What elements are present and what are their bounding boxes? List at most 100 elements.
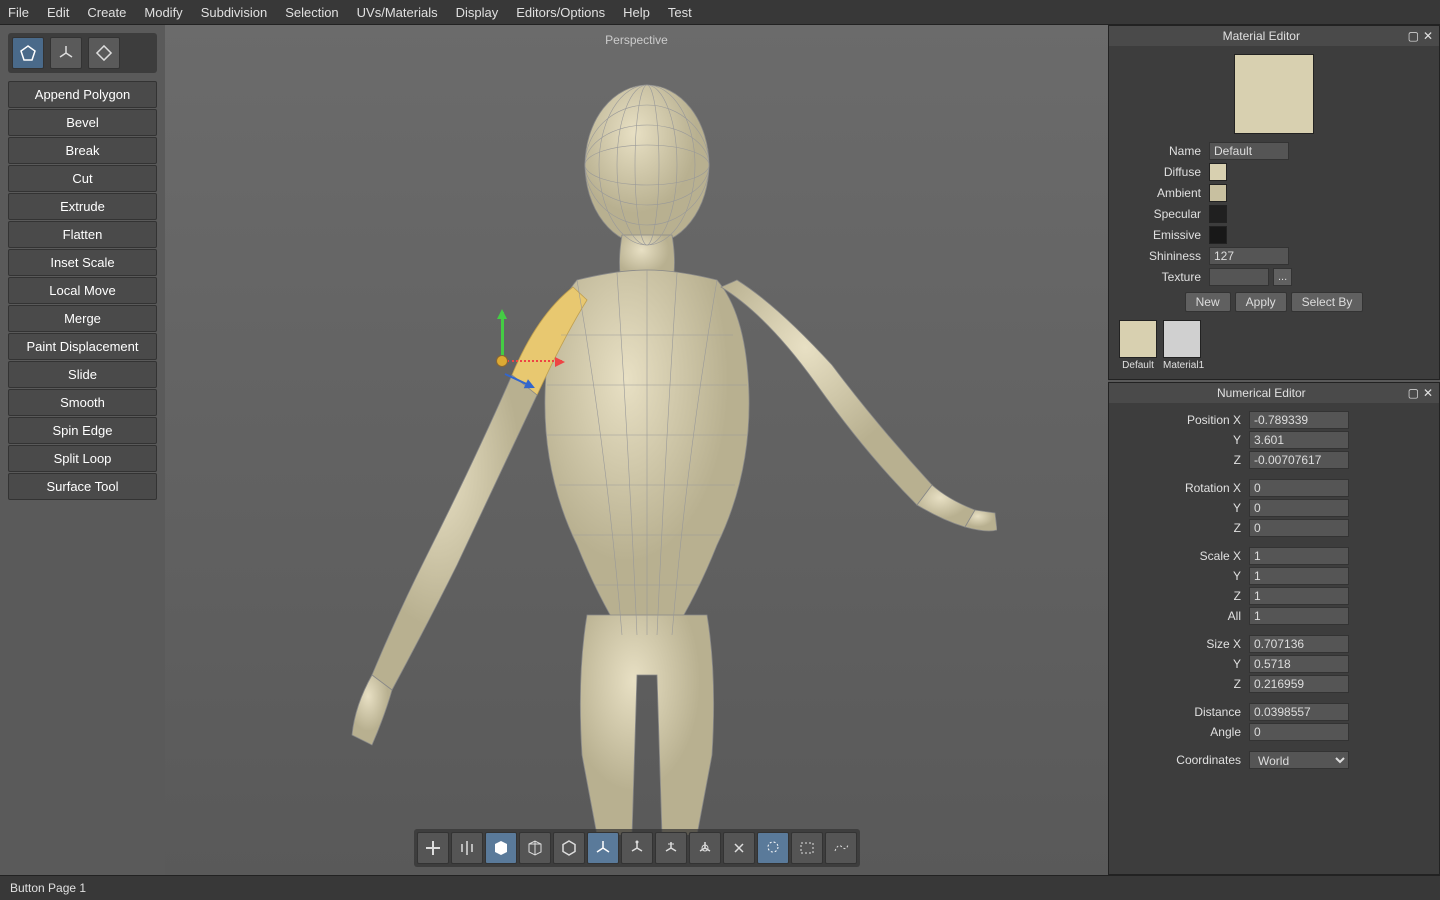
- panel-maximize-icon[interactable]: ▢: [1408, 29, 1419, 43]
- specular-label: Specular: [1119, 207, 1209, 221]
- texture-browse-button[interactable]: ...: [1273, 268, 1292, 286]
- material-selectby-button[interactable]: Select By: [1291, 292, 1364, 312]
- scale-all-label: All: [1119, 609, 1249, 623]
- tool-slide[interactable]: Slide: [8, 361, 157, 388]
- menu-create[interactable]: Create: [87, 5, 126, 20]
- tool-cut[interactable]: Cut: [8, 165, 157, 192]
- vt-axis3-icon[interactable]: [655, 832, 687, 864]
- menu-display[interactable]: Display: [456, 5, 499, 20]
- tool-paint-displacement[interactable]: Paint Displacement: [8, 333, 157, 360]
- vt-axis2-icon[interactable]: [621, 832, 653, 864]
- gizmo-x-axis[interactable]: [507, 360, 562, 362]
- tool-smooth[interactable]: Smooth: [8, 389, 157, 416]
- tool-flatten[interactable]: Flatten: [8, 221, 157, 248]
- vt-symmetry-icon[interactable]: [451, 832, 483, 864]
- material-editor-title: Material Editor: [1115, 29, 1408, 43]
- tool-inset-scale[interactable]: Inset Scale: [8, 249, 157, 276]
- menu-editors-options[interactable]: Editors/Options: [516, 5, 605, 20]
- menu-test[interactable]: Test: [668, 5, 692, 20]
- menu-selection[interactable]: Selection: [285, 5, 338, 20]
- scale-x-label: Scale X: [1119, 549, 1249, 563]
- shininess-label: Shininess: [1119, 249, 1209, 263]
- panel-maximize-icon[interactable]: ▢: [1408, 386, 1419, 400]
- tool-break[interactable]: Break: [8, 137, 157, 164]
- material-new-button[interactable]: New: [1185, 292, 1231, 312]
- numerical-editor-panel: Numerical Editor ▢ ✕ Position X Y Z Rota…: [1108, 382, 1440, 875]
- vt-move-icon[interactable]: [417, 832, 449, 864]
- distance-input[interactable]: [1249, 703, 1349, 721]
- scale-y-input[interactable]: [1249, 567, 1349, 585]
- statusbar-text: Button Page 1: [10, 881, 86, 895]
- menu-help[interactable]: Help: [623, 5, 650, 20]
- scale-all-input[interactable]: [1249, 607, 1349, 625]
- vt-wireframe-icon[interactable]: [519, 832, 551, 864]
- panel-close-icon[interactable]: ✕: [1423, 386, 1433, 400]
- scale-y-label: Y: [1119, 569, 1249, 583]
- tool-spin-edge[interactable]: Spin Edge: [8, 417, 157, 444]
- scale-z-input[interactable]: [1249, 587, 1349, 605]
- diffuse-swatch[interactable]: [1209, 163, 1227, 181]
- menu-file[interactable]: File: [8, 5, 29, 20]
- tool-merge[interactable]: Merge: [8, 305, 157, 332]
- texture-input[interactable]: [1209, 268, 1269, 286]
- right-panel: Material Editor ▢ ✕ Name Diffuse Ambient: [1108, 25, 1440, 875]
- rotation-z-input[interactable]: [1249, 519, 1349, 537]
- tool-extrude[interactable]: Extrude: [8, 193, 157, 220]
- shininess-input[interactable]: [1209, 247, 1289, 265]
- mode-icons: [8, 33, 157, 73]
- panel-close-icon[interactable]: ✕: [1423, 29, 1433, 43]
- material-thumb-default[interactable]: Default: [1119, 320, 1157, 371]
- size-z-input[interactable]: [1249, 675, 1349, 693]
- menu-uvs-materials[interactable]: UVs/Materials: [357, 5, 438, 20]
- coordinates-select[interactable]: World: [1249, 751, 1349, 769]
- ambient-swatch[interactable]: [1209, 184, 1227, 202]
- diffuse-label: Diffuse: [1119, 165, 1209, 179]
- tool-surface-tool[interactable]: Surface Tool: [8, 473, 157, 500]
- position-z-label: Z: [1119, 453, 1249, 467]
- mode-axis-icon[interactable]: [50, 37, 82, 69]
- mode-diamond-icon[interactable]: [88, 37, 120, 69]
- rotation-y-input[interactable]: [1249, 499, 1349, 517]
- size-y-label: Y: [1119, 657, 1249, 671]
- emissive-swatch[interactable]: [1209, 226, 1227, 244]
- angle-label: Angle: [1119, 725, 1249, 739]
- specular-swatch[interactable]: [1209, 205, 1227, 223]
- position-z-input[interactable]: [1249, 451, 1349, 469]
- size-x-input[interactable]: [1249, 635, 1349, 653]
- vt-axis1-icon[interactable]: [587, 832, 619, 864]
- rotation-z-label: Z: [1119, 521, 1249, 535]
- material-apply-button[interactable]: Apply: [1235, 292, 1287, 312]
- menubar: File Edit Create Modify Subdivision Sele…: [0, 0, 1440, 25]
- vt-link-icon[interactable]: [723, 832, 755, 864]
- vt-freeform-icon[interactable]: [825, 832, 857, 864]
- tool-bevel[interactable]: Bevel: [8, 109, 157, 136]
- tool-append-polygon[interactable]: Append Polygon: [8, 81, 157, 108]
- mode-polygon-icon[interactable]: [12, 37, 44, 69]
- material-editor-panel: Material Editor ▢ ✕ Name Diffuse Ambient: [1108, 25, 1440, 380]
- menu-subdivision[interactable]: Subdivision: [201, 5, 268, 20]
- vt-rect-icon[interactable]: [791, 832, 823, 864]
- material-thumb-material1[interactable]: Material1: [1163, 320, 1204, 371]
- vt-shaded-icon[interactable]: [485, 832, 517, 864]
- angle-input[interactable]: [1249, 723, 1349, 741]
- tool-local-move[interactable]: Local Move: [8, 277, 157, 304]
- size-y-input[interactable]: [1249, 655, 1349, 673]
- vt-axis4-icon[interactable]: [689, 832, 721, 864]
- position-x-input[interactable]: [1249, 411, 1349, 429]
- scale-x-input[interactable]: [1249, 547, 1349, 565]
- position-x-label: Position X: [1119, 413, 1249, 427]
- viewport-toolbar: [414, 829, 860, 867]
- coordinates-label: Coordinates: [1119, 753, 1249, 767]
- vt-hexagon-icon[interactable]: [553, 832, 585, 864]
- viewport[interactable]: Perspective: [165, 25, 1108, 875]
- rotation-x-input[interactable]: [1249, 479, 1349, 497]
- statusbar: Button Page 1: [0, 875, 1440, 900]
- menu-modify[interactable]: Modify: [144, 5, 182, 20]
- menu-edit[interactable]: Edit: [47, 5, 69, 20]
- vt-lasso-icon[interactable]: [757, 832, 789, 864]
- gizmo-center[interactable]: [496, 355, 508, 367]
- tool-split-loop[interactable]: Split Loop: [8, 445, 157, 472]
- position-y-input[interactable]: [1249, 431, 1349, 449]
- position-y-label: Y: [1119, 433, 1249, 447]
- material-name-input[interactable]: [1209, 142, 1289, 160]
